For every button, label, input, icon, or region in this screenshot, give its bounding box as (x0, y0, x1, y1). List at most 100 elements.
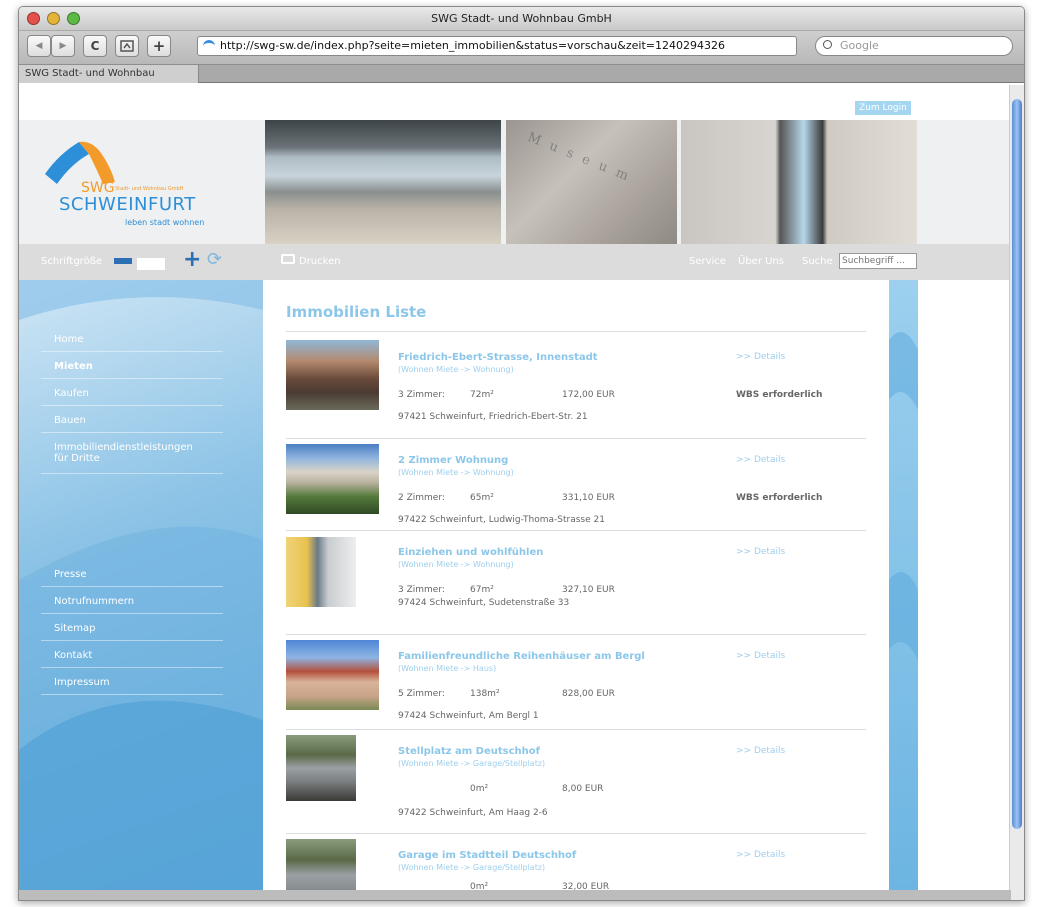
tool-bar: Schriftgröße + ⟳ Drucken Service Über Un… (19, 244, 1011, 280)
logo-company: Stadt- und Wohnbau GmbH (115, 186, 184, 192)
listing-category: (Wohnen Miete -> Wohnung) (398, 560, 514, 569)
listing-title[interactable]: 2 Zimmer Wohnung (398, 455, 508, 466)
listing-title[interactable]: Einziehen und wohlfühlen (398, 547, 543, 558)
listing-item: Familienfreundliche Reihenhäuser am Berg… (286, 635, 866, 730)
title-bar: SWG Stadt- und Wohnbau GmbH (19, 7, 1024, 31)
listing-photo[interactable] (286, 537, 356, 607)
listing-photo[interactable] (286, 735, 356, 801)
listing-item: Garage im Stadtteil Deutschhof (Wohnen M… (286, 834, 866, 892)
add-bookmark-button[interactable]: + (147, 35, 171, 57)
listing-category: (Wohnen Miete -> Wohnung) (398, 365, 514, 374)
status-bar (19, 890, 1011, 900)
listing-category: (Wohnen Miete -> Garage/Stellplatz) (398, 759, 546, 768)
font-larger-icon[interactable]: + (183, 247, 201, 272)
site-header: SWG Stadt- und Wohnbau GmbH SCHWEINFURT … (19, 120, 1011, 244)
nav-kaufen[interactable]: Kaufen (41, 382, 223, 406)
tab-swg[interactable]: SWG Stadt- und Wohnbau (19, 65, 199, 83)
nav-bauen[interactable]: Bauen (41, 409, 223, 433)
browser-window: SWG Stadt- und Wohnbau GmbH ◀ ▶ C + http… (18, 6, 1025, 901)
page-title: Immobilien Liste (286, 303, 427, 321)
listing-area: 0m² (470, 784, 489, 794)
font-size-label: Schriftgröße (41, 256, 103, 267)
login-button[interactable]: Zum Login (855, 101, 911, 115)
listing-photo[interactable] (286, 340, 379, 410)
refresh-icon[interactable]: ⟳ (207, 249, 222, 270)
details-link[interactable]: >> Details (736, 547, 785, 557)
details-link[interactable]: >> Details (736, 352, 785, 362)
listing-area: 138m² (470, 689, 500, 699)
nav-notrufnummern[interactable]: Notrufnummern (41, 590, 223, 614)
back-button[interactable]: ◀ (27, 35, 51, 57)
listing-address: 97422 Schweinfurt, Ludwig-Thoma-Strasse … (398, 515, 605, 525)
search-label: Suche (802, 256, 833, 267)
logo-tagline: leben stadt wohnen (125, 218, 205, 227)
listing-address: 97421 Schweinfurt, Friedrich-Ebert-Str. … (398, 412, 588, 422)
listing-wbs: WBS erforderlich (736, 390, 823, 400)
listing-rooms: 3 Zimmer: (398, 585, 445, 595)
header-photo-1 (265, 120, 501, 244)
listing-price: 331,10 EUR (562, 493, 615, 503)
about-link[interactable]: Über Uns (738, 256, 784, 267)
header-photo-3 (681, 120, 917, 244)
font-smaller-button[interactable] (114, 258, 132, 264)
site-search-input[interactable] (839, 253, 917, 269)
details-link[interactable]: >> Details (736, 651, 785, 661)
listing-address: 97424 Schweinfurt, Sudetenstraße 33 (398, 598, 570, 608)
browser-toolbar: ◀ ▶ C + http://swg-sw.de/index.php?seite… (19, 31, 1024, 65)
listing-title[interactable]: Familienfreundliche Reihenhäuser am Berg… (398, 651, 645, 662)
listing-title[interactable]: Friedrich-Ebert-Strasse, Innenstadt (398, 352, 598, 363)
printer-icon[interactable] (281, 254, 295, 264)
details-link[interactable]: >> Details (736, 455, 785, 465)
listing-rooms: 2 Zimmer: (398, 493, 445, 503)
listing-item: 2 Zimmer Wohnung (Wohnen Miete -> Wohnun… (286, 439, 866, 531)
nav-impressum[interactable]: Impressum (41, 671, 223, 695)
listing-area: 72m² (470, 390, 494, 400)
details-link[interactable]: >> Details (736, 850, 785, 860)
listing-title[interactable]: Stellplatz am Deutschhof (398, 746, 540, 757)
login-bar: Zum Login (19, 85, 1011, 120)
main-content: Immobilien Liste Friedrich-Ebert-Strasse… (263, 280, 889, 892)
swg-logo[interactable]: SWG Stadt- und Wohnbau GmbH SCHWEINFURT … (19, 120, 265, 244)
search-field[interactable]: Google (815, 36, 1013, 56)
nav-mieten[interactable]: Mieten (41, 355, 223, 379)
listing-photo[interactable] (286, 839, 356, 892)
listing-address: 97422 Schweinfurt, Am Haag 2-6 (398, 808, 548, 818)
window-title: SWG Stadt- und Wohnbau GmbH (431, 12, 612, 25)
listing-title[interactable]: Garage im Stadtteil Deutschhof (398, 850, 576, 861)
stripe-waves (889, 332, 918, 660)
right-decoration (889, 280, 918, 892)
sidebar: Home Mieten Kaufen Bauen Immobiliendiens… (19, 280, 263, 892)
service-link[interactable]: Service (689, 256, 726, 267)
listing-item: Friedrich-Ebert-Strasse, Innenstadt (Woh… (286, 336, 866, 439)
listing-price: 828,00 EUR (562, 689, 615, 699)
title-divider (286, 331, 866, 332)
listing-item: Stellplatz am Deutschhof (Wohnen Miete -… (286, 730, 866, 834)
listing-rooms: 5 Zimmer: (398, 689, 445, 699)
header-photo-2: M u s e u m (506, 120, 677, 244)
listing-category: (Wohnen Miete -> Wohnung) (398, 468, 514, 477)
snapback-button[interactable] (115, 35, 139, 57)
print-link[interactable]: Drucken (299, 256, 341, 267)
scrollbar-thumb[interactable] (1012, 99, 1022, 829)
listing-item: Einziehen und wohlfühlen (Wohnen Miete -… (286, 531, 866, 635)
url-icon (203, 40, 215, 48)
nav-sitemap[interactable]: Sitemap (41, 617, 223, 641)
listing-price: 172,00 EUR (562, 390, 615, 400)
listing-photo[interactable] (286, 640, 379, 710)
listing-price: 327,10 EUR (562, 585, 615, 595)
font-normal-button[interactable] (137, 258, 165, 270)
nav-dienstleistungen[interactable]: Immobiliendienstleistungen für Dritte (41, 436, 223, 474)
listing-address: 97424 Schweinfurt, Am Bergl 1 (398, 711, 539, 721)
details-link[interactable]: >> Details (736, 746, 785, 756)
nav-kontakt[interactable]: Kontakt (41, 644, 223, 668)
web-page: Zum Login SWG Stadt- und Wohnbau GmbH SC… (19, 85, 1011, 892)
nav-home[interactable]: Home (41, 328, 223, 352)
listing-photo[interactable] (286, 444, 379, 514)
reload-button[interactable]: C (83, 35, 107, 57)
url-field[interactable]: http://swg-sw.de/index.php?seite=mieten_… (197, 36, 797, 56)
vertical-scrollbar[interactable] (1009, 85, 1024, 900)
listing-rooms: 3 Zimmer: (398, 390, 445, 400)
forward-button[interactable]: ▶ (51, 35, 75, 57)
nav-presse[interactable]: Presse (41, 563, 223, 587)
listing-price: 8,00 EUR (562, 784, 604, 794)
